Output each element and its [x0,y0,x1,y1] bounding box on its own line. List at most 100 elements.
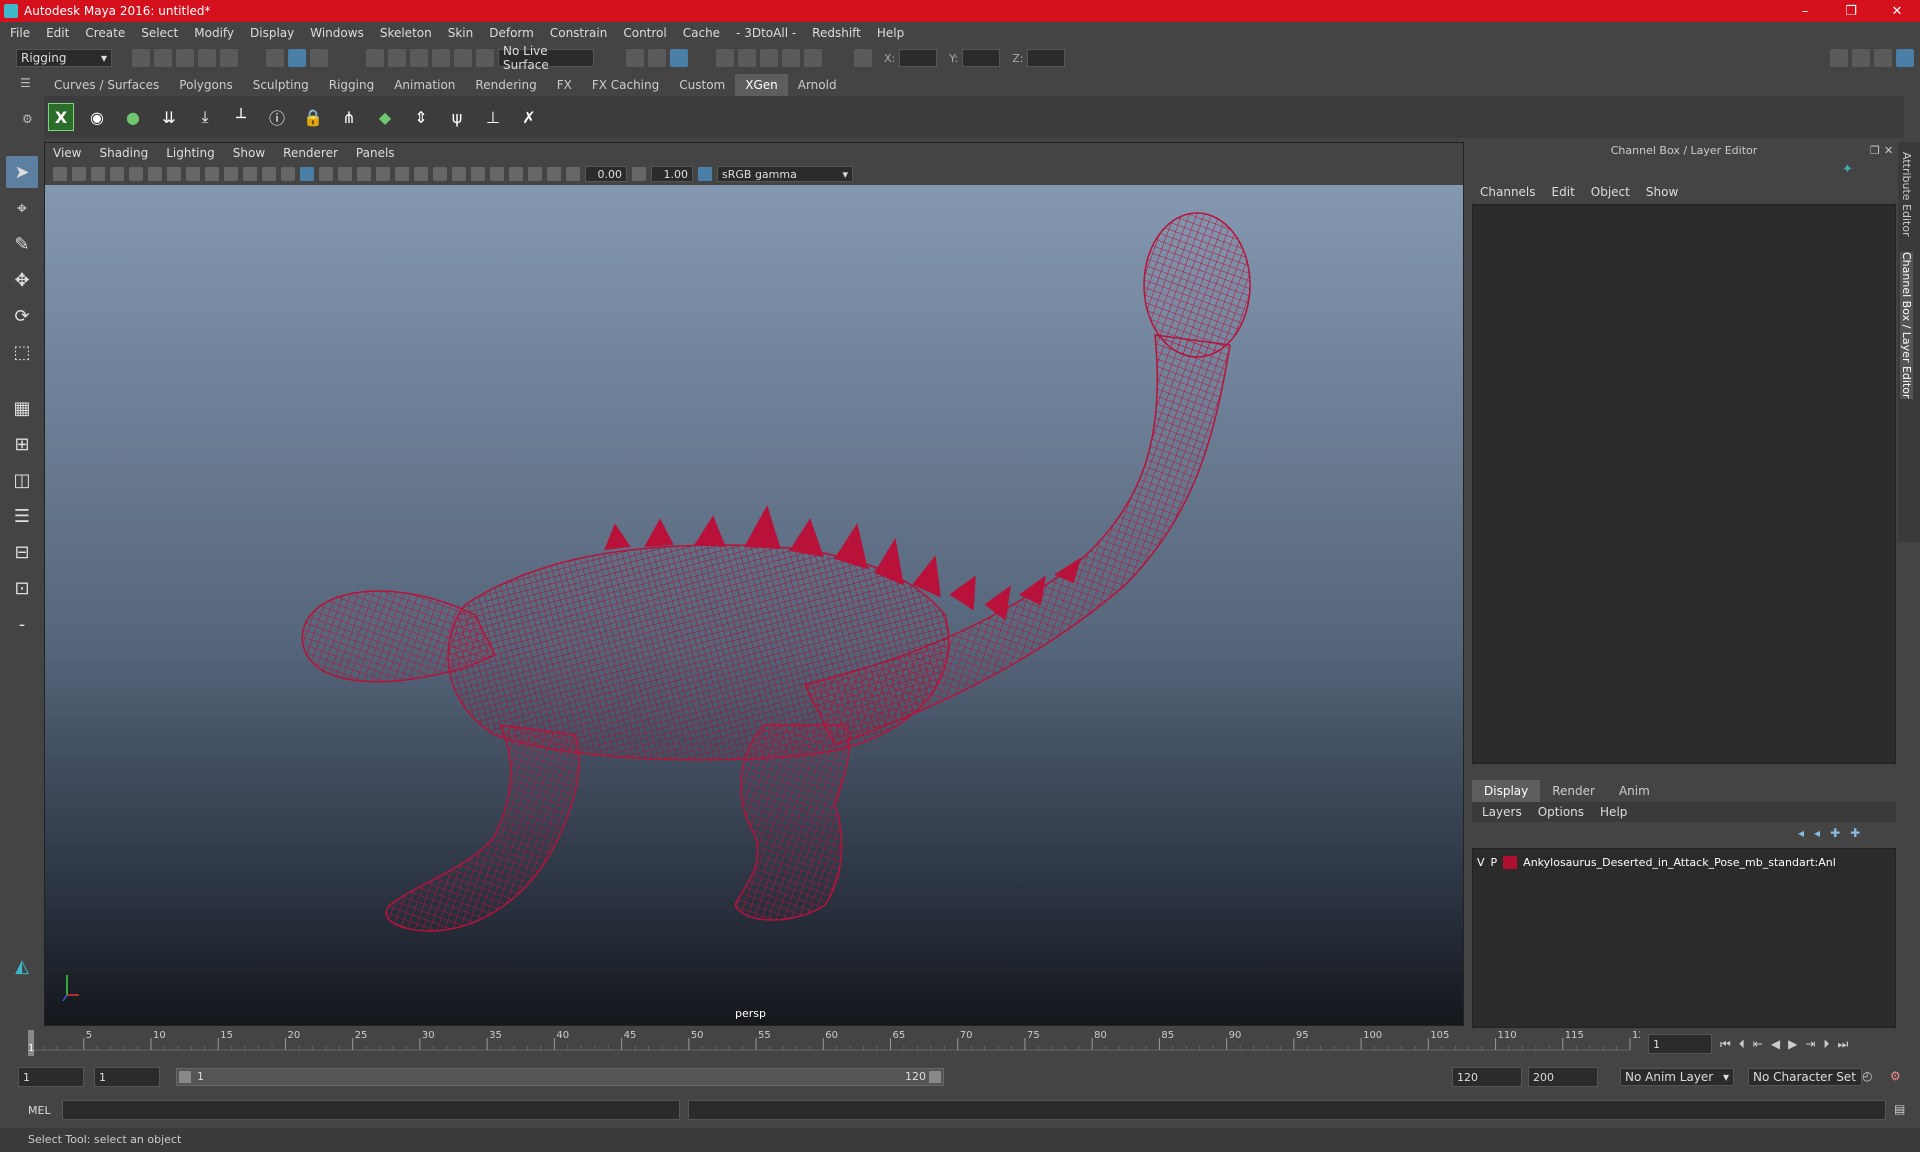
float-panel-icon[interactable]: ❐ [1870,144,1880,157]
tab-fx[interactable]: FX [547,74,582,96]
rotate-tool-icon[interactable]: ⟳ [6,300,38,332]
step-forward-key-icon[interactable]: ⇥ [1805,1037,1815,1051]
maximize-button[interactable]: ❐ [1828,4,1874,19]
save-scene-icon[interactable] [176,49,194,67]
viewport-menu-shading[interactable]: Shading [99,146,148,160]
exposure-field[interactable]: 0.00 [585,166,627,182]
use-all-lights-icon[interactable] [395,167,409,181]
menu-create[interactable]: Create [85,26,125,40]
xgen-window-icon[interactable]: X [48,103,74,131]
wireframe-on-shaded-icon[interactable] [376,167,390,181]
viewport-canvas[interactable]: persp [45,185,1463,1025]
layer-menu-layers[interactable]: Layers [1482,805,1522,819]
move-layer-up-icon[interactable]: ◂ [1798,826,1804,840]
output-ops-icon[interactable] [648,49,666,67]
redo-icon[interactable] [220,49,238,67]
menu-edit[interactable]: Edit [46,26,69,40]
layout-side-by-side-icon[interactable]: ◫ [6,464,38,496]
step-forward-frame-icon[interactable]: ⏵ [1823,1037,1829,1052]
menu-skin[interactable]: Skin [448,26,474,40]
tool-settings-icon[interactable] [1874,49,1892,67]
playback-end-field[interactable]: 120 [1452,1067,1522,1087]
render-settings-icon[interactable] [782,49,800,67]
tab-rendering[interactable]: Rendering [465,74,546,96]
channel-menu-show[interactable]: Show [1646,185,1678,199]
range-start-handle[interactable] [179,1071,191,1083]
animation-preferences-icon[interactable]: ⚙ [1890,1069,1901,1083]
menu-skeleton[interactable]: Skeleton [380,26,432,40]
collapse-toolbox-icon[interactable]: - [6,608,38,640]
tab-rigging[interactable]: Rigging [319,74,384,96]
image-plane-icon[interactable] [110,167,124,181]
layer-color-swatch[interactable] [1503,855,1518,869]
new-scene-icon[interactable] [132,49,150,67]
flatten-guide-icon[interactable]: ⊥ [480,103,506,131]
field-chart-icon[interactable] [243,167,257,181]
play-backward-icon[interactable]: ◀ [1771,1037,1780,1051]
open-scene-icon[interactable] [154,49,172,67]
menu-file[interactable]: File [10,26,30,40]
lock-guide-icon[interactable]: 🔒 [300,103,326,131]
lasso-tool-icon[interactable]: ⌖ [6,192,38,224]
grid-toggle-icon[interactable] [167,167,181,181]
command-language-label[interactable]: MEL [28,1104,51,1117]
input-ops-icon[interactable] [626,49,644,67]
layout-graph-icon[interactable]: ⊟ [6,536,38,568]
layout-outliner-icon[interactable]: ☰ [6,500,38,532]
select-guide-icon[interactable]: ⓘ [264,103,290,131]
menu-constrain[interactable]: Constrain [550,26,608,40]
scale-tool-icon[interactable]: ⬚ [6,336,38,368]
channel-box-toggle-icon[interactable] [1896,49,1914,67]
x-field[interactable] [899,49,938,67]
isolate-select-icon[interactable] [490,167,504,181]
tab-sculpting[interactable]: Sculpting [243,74,319,96]
close-button[interactable]: ✕ [1874,4,1920,19]
tab-curves-surfaces[interactable]: Curves / Surfaces [44,74,169,96]
film-gate-icon[interactable] [186,167,200,181]
tab-animation[interactable]: Animation [384,74,465,96]
modeling-toolkit-icon[interactable] [1830,49,1848,67]
xray-joints-icon[interactable] [528,167,542,181]
tab-xgen[interactable]: XGen [735,74,788,96]
xray-icon[interactable] [509,167,523,181]
snap-curve-icon[interactable] [388,49,406,67]
shadows-icon[interactable] [414,167,428,181]
select-component-icon[interactable] [310,49,328,67]
render-view-icon[interactable] [716,49,734,67]
bookmark-icon[interactable] [91,167,105,181]
z-field[interactable] [1027,49,1066,67]
select-object-icon[interactable] [288,49,306,67]
menu-deform[interactable]: Deform [489,26,534,40]
tab-fx-caching[interactable]: FX Caching [582,74,669,96]
new-layer-selected-icon[interactable]: ✚ [1850,826,1860,840]
script-editor-icon[interactable]: ▤ [1894,1102,1905,1116]
menu-windows[interactable]: Windows [310,26,364,40]
channel-box-side-tab[interactable]: Channel Box / Layer Editor [1900,252,1913,399]
layout-single-icon[interactable]: ▦ [6,392,38,424]
anim-layer-dropdown[interactable]: No Anim Layer ▾ [1620,1068,1734,1086]
tab-render[interactable]: Render [1540,780,1607,802]
shelf-settings-icon[interactable]: ⚙ [22,112,33,126]
range-end-handle[interactable] [929,1071,941,1083]
shelf-menu-icon[interactable]: ☰ [20,76,31,90]
step-back-frame-icon[interactable]: ⏴ [1739,1037,1745,1052]
snap-surface-icon[interactable] [454,49,472,67]
transform-mode-icon[interactable] [854,49,872,67]
select-tool-icon[interactable]: ➤ [6,156,38,188]
attribute-editor-side-tab[interactable]: Attribute Editor [1900,152,1913,237]
layer-visibility-toggle[interactable]: V [1477,856,1485,869]
channel-menu-edit[interactable]: Edit [1552,185,1575,199]
viewport-menu-view[interactable]: View [53,146,81,160]
layout-four-icon[interactable]: ⊞ [6,428,38,460]
new-layer-icon[interactable]: ✚ [1830,826,1840,840]
color-space-dropdown[interactable]: sRGB gamma ▾ [717,166,853,182]
gamma-field[interactable]: 1.00 [651,166,693,182]
guide-down-icon[interactable]: ⤓ [192,103,218,131]
snap-view-icon[interactable] [432,49,450,67]
layer-menu-help[interactable]: Help [1600,805,1627,819]
range-slider[interactable]: 1 120 [176,1068,944,1086]
gate-mask-icon[interactable] [224,167,238,181]
layer-row[interactable]: V P Ankylosaurus_Deserted_in_Attack_Pose… [1477,853,1891,871]
snap-grid-icon[interactable] [366,49,384,67]
sculpt-guide-icon[interactable]: ψ [444,103,470,131]
